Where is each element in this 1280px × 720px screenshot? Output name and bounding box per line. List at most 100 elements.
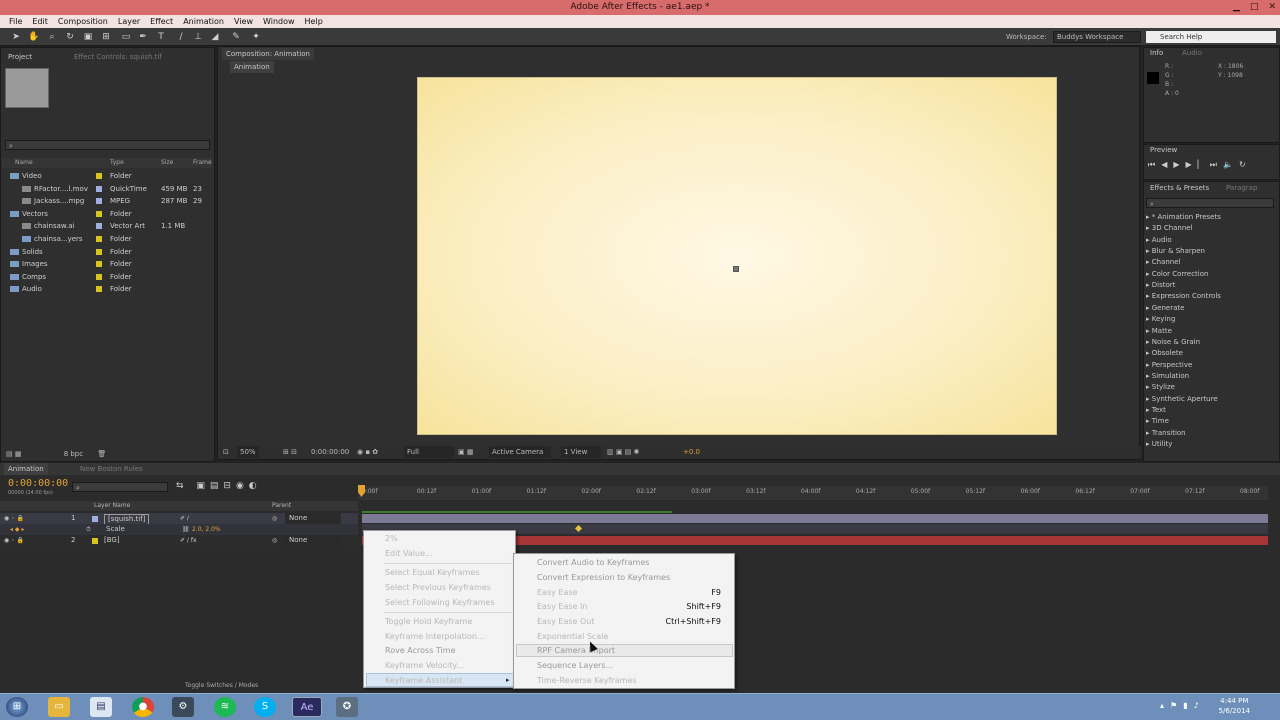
label-swatch[interactable] bbox=[96, 223, 102, 230]
interpret-footage-icon[interactable]: ▤ ▦ bbox=[6, 450, 21, 458]
skype-icon[interactable]: S bbox=[254, 697, 276, 717]
effects-category[interactable]: ▸ Synthetic Aperture bbox=[1146, 394, 1218, 405]
label-color[interactable] bbox=[92, 516, 98, 522]
project-search-input[interactable]: ⌕ bbox=[5, 140, 210, 150]
parent-pick-icon[interactable]: ◎ bbox=[272, 535, 277, 546]
project-item[interactable]: Jackass....mpg MPEG 287 MB 29 bbox=[2, 195, 212, 208]
effects-category[interactable]: ▸ Text bbox=[1146, 405, 1166, 416]
label-swatch[interactable] bbox=[96, 198, 102, 205]
layer-1-bar[interactable] bbox=[362, 514, 1268, 523]
visibility-icon[interactable]: ◉ ◦ 🔒 bbox=[4, 513, 24, 524]
col-frame[interactable]: Frame bbox=[193, 158, 212, 168]
effects-category[interactable]: ▸ Simulation bbox=[1146, 371, 1189, 382]
effects-category[interactable]: ▸ Color Correction bbox=[1146, 269, 1208, 280]
project-item[interactable]: Audio Folder bbox=[2, 283, 212, 296]
col-type[interactable]: Type bbox=[110, 158, 124, 168]
col-layer-name[interactable]: Layer Name bbox=[94, 501, 130, 511]
effects-category[interactable]: ▸ Expression Controls bbox=[1146, 291, 1221, 302]
project-item[interactable]: Solids Folder bbox=[2, 246, 212, 259]
context-menu-item[interactable]: Select Previous Keyframes bbox=[385, 583, 491, 592]
effects-category[interactable]: ▸ Channel bbox=[1146, 257, 1181, 268]
pan-behind-tool-icon[interactable]: ⊞ bbox=[100, 31, 112, 43]
label-swatch[interactable] bbox=[96, 286, 102, 293]
menu-help[interactable]: Help bbox=[300, 15, 328, 28]
keyframe-nav-icon[interactable]: ◂ ◆ ▸ bbox=[10, 524, 24, 535]
effects-category[interactable]: ▸ * Animation Presets bbox=[1146, 212, 1221, 223]
project-item[interactable]: Images Folder bbox=[2, 258, 212, 271]
col-size[interactable]: Size bbox=[161, 158, 173, 168]
effects-category[interactable]: ▸ 3D Channel bbox=[1146, 223, 1193, 234]
comp-timecode[interactable]: 0:00:00:00 bbox=[311, 446, 349, 458]
timeline-search-input[interactable]: ⌕ bbox=[72, 482, 168, 492]
submenu-item[interactable]: Easy Ease Out bbox=[537, 617, 595, 626]
toggle-switches-modes[interactable]: Toggle Switches / Modes bbox=[185, 682, 258, 689]
context-menu-item[interactable]: Select Equal Keyframes bbox=[385, 568, 480, 577]
stopwatch-icon[interactable]: ⏱ bbox=[86, 524, 91, 535]
spotify-icon[interactable]: ≋ bbox=[214, 697, 236, 717]
menu-layer[interactable]: Layer bbox=[113, 15, 145, 28]
menu-effect[interactable]: Effect bbox=[145, 15, 178, 28]
effects-category[interactable]: ▸ Keying bbox=[1146, 314, 1175, 325]
parent-select[interactable]: None bbox=[285, 513, 341, 524]
zoom-tool-icon[interactable]: ⌕ bbox=[46, 31, 58, 43]
selection-tool-icon[interactable]: ➤ bbox=[10, 31, 22, 43]
layer-row-1[interactable]: ◉ ◦ 🔒 1 [squish.tif] ✐ ∕ ◎ None bbox=[0, 513, 358, 525]
preview-controls[interactable]: ⏮◀▶▶▏⏭🔈↻ bbox=[1148, 160, 1252, 170]
toggle-pixel-icon[interactable]: ▥ ▣ ▤ ✺ bbox=[607, 446, 639, 458]
tab-project[interactable]: Project bbox=[4, 51, 36, 63]
layer-row-2[interactable]: ◉ ◦ 🔒 2 [BG] ✐ ∕ fx ◎ None bbox=[0, 535, 358, 546]
hand-tool-icon[interactable]: ✋ bbox=[28, 31, 40, 43]
notepad-icon[interactable]: ▤ bbox=[90, 697, 112, 717]
workspace-select[interactable]: Buddys Workspace bbox=[1053, 31, 1141, 43]
project-item[interactable]: chainsaw.ai Vector Art 1.1 MB bbox=[2, 220, 212, 233]
parent-pick-icon[interactable]: ◎ bbox=[272, 513, 277, 524]
tab-animation[interactable]: Animation bbox=[4, 463, 48, 475]
submenu-item[interactable]: Easy Ease bbox=[537, 588, 577, 597]
menu-animation[interactable]: Animation bbox=[178, 15, 229, 28]
puppet-tool-icon[interactable]: ✦ bbox=[250, 31, 262, 43]
link-icon[interactable]: ⛓ bbox=[182, 524, 190, 535]
rotate-tool-icon[interactable]: ↻ bbox=[64, 31, 76, 43]
project-item[interactable]: RFactor....l.mov QuickTime 459 MB 23 bbox=[2, 183, 212, 196]
effects-category[interactable]: ▸ Transition bbox=[1146, 428, 1186, 439]
submenu-item[interactable]: Easy Ease In bbox=[537, 602, 587, 611]
eraser-tool-icon[interactable]: ◢ bbox=[209, 31, 221, 43]
explorer-icon[interactable]: ▭ bbox=[48, 697, 70, 717]
maximize-button[interactable]: □ bbox=[1250, 0, 1259, 15]
label-swatch[interactable] bbox=[96, 248, 102, 255]
start-button-icon[interactable]: ⊞ bbox=[6, 697, 28, 717]
label-swatch[interactable] bbox=[96, 173, 102, 179]
tab-composition[interactable]: Composition: Animation bbox=[222, 48, 314, 60]
effects-category[interactable]: ▸ Distort bbox=[1146, 280, 1175, 291]
context-menu-item[interactable]: Keyframe Assistant bbox=[385, 676, 462, 685]
label-swatch[interactable] bbox=[96, 236, 102, 242]
chrome-icon[interactable]: ● bbox=[132, 697, 154, 717]
effects-category[interactable]: ▸ Perspective bbox=[1146, 360, 1192, 371]
menu-composition[interactable]: Composition bbox=[53, 15, 113, 28]
label-color[interactable] bbox=[92, 538, 98, 544]
switches-icon[interactable]: ✐ ∕ bbox=[180, 513, 189, 524]
snapshot-icon[interactable]: ◉ ▪ ✿ bbox=[357, 446, 378, 458]
composition-canvas[interactable] bbox=[417, 77, 1057, 435]
parent-select[interactable]: None bbox=[285, 535, 341, 546]
tab-effect-controls[interactable]: Effect Controls: squish.tif bbox=[70, 51, 166, 63]
tab-info[interactable]: Info bbox=[1146, 47, 1167, 59]
timeline-timecode[interactable]: 0:00:00:00 bbox=[8, 478, 68, 489]
project-item[interactable]: Vectors Folder bbox=[2, 208, 212, 221]
clone-stamp-tool-icon[interactable]: ⊥ bbox=[192, 31, 204, 43]
context-menu-item[interactable]: Edit Value... bbox=[385, 549, 433, 558]
type-tool-icon[interactable]: T bbox=[155, 31, 167, 43]
menu-view[interactable]: View bbox=[229, 15, 258, 28]
submenu-item[interactable]: Exponential Scale bbox=[537, 632, 608, 641]
brush-tool-icon[interactable]: ∕ bbox=[175, 31, 187, 43]
resolution-select[interactable]: Full bbox=[404, 446, 454, 458]
menu-file[interactable]: File bbox=[4, 15, 27, 28]
menu-edit[interactable]: Edit bbox=[27, 15, 53, 28]
timeline-switches-icons[interactable]: ⇆ ▣▤⊟◉◐ bbox=[176, 481, 262, 491]
effects-search-input[interactable]: ⌕ bbox=[1146, 198, 1274, 208]
grid-icon[interactable]: ⊞ ⊟ bbox=[283, 446, 297, 458]
label-swatch[interactable] bbox=[96, 261, 102, 268]
effects-category[interactable]: ▸ Utility bbox=[1146, 439, 1172, 450]
project-item[interactable]: Comps Folder bbox=[2, 271, 212, 284]
tab-paragraph[interactable]: Paragrap bbox=[1222, 182, 1261, 194]
